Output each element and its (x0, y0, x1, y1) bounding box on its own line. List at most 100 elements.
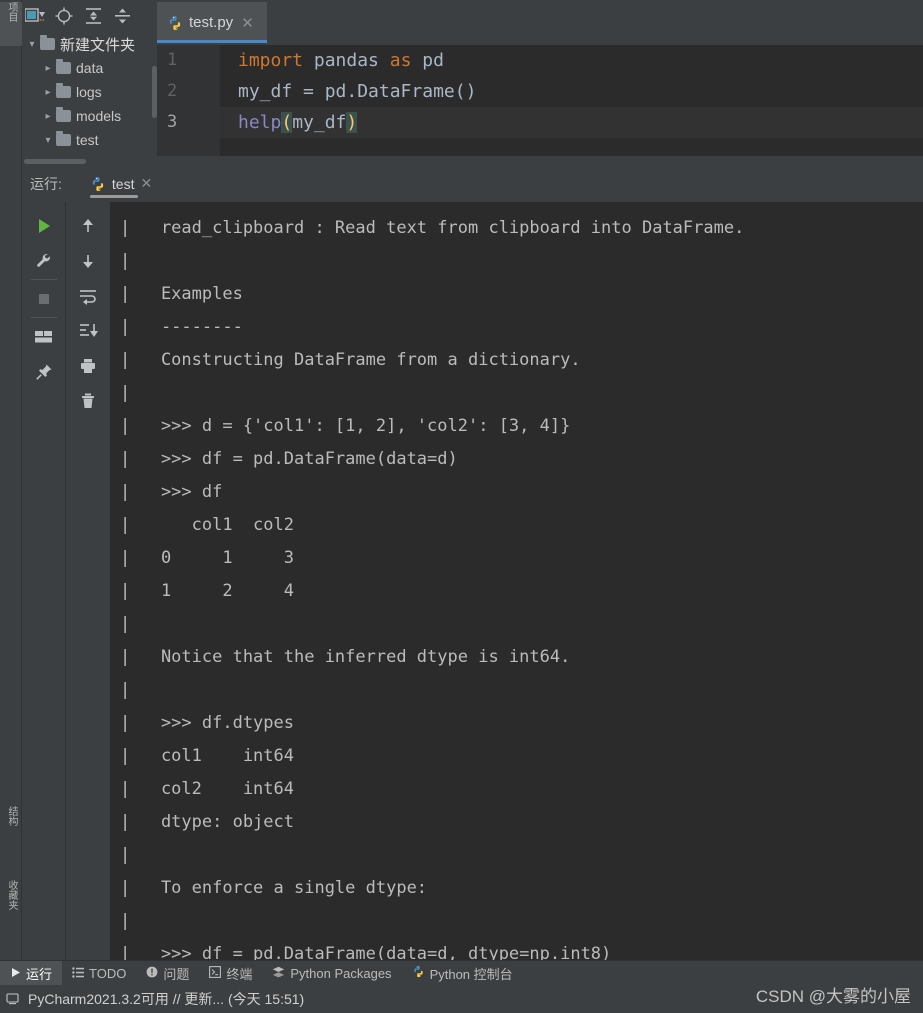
pycharm-window: 项目 结构 收藏夹 ▾ 新建文件夹 ▸ data ▸ logs ▸ models… (0, 0, 923, 1013)
close-icon[interactable]: ✕ (140, 175, 152, 192)
console-line: | Notice that the inferred dtype is int6… (120, 647, 571, 667)
console-line-selected: | >>> df = pd.DataFrame(data=d, dtype=np… (120, 944, 612, 960)
console-line: | 0 1 3 (120, 548, 294, 568)
soft-wrap-icon[interactable] (71, 278, 105, 313)
bottom-tab-terminal[interactable]: 终端 (199, 961, 262, 986)
expand-all-icon[interactable] (83, 6, 103, 26)
tree-item-label: models (76, 108, 122, 124)
console-line: | dtype: object (120, 812, 294, 832)
run-tab-label: test (111, 175, 135, 192)
project-tree[interactable]: ▾ 新建文件夹 ▸ data ▸ logs ▸ models ▾ test (22, 32, 157, 157)
vertical-tab-structure[interactable]: 结构 (0, 806, 22, 850)
status-bar: PyCharm2021.3.2可用 // 更新... (今天 15:51) CS… (0, 985, 923, 1013)
status-message[interactable]: PyCharm2021.3.2可用 // 更新... (今天 15:51) (28, 989, 304, 1009)
console-line: | 1 2 4 (120, 581, 294, 601)
print-icon[interactable] (71, 348, 105, 383)
bottom-tab-label: 终端 (226, 966, 253, 982)
bottom-tab-python-packages[interactable]: Python Packages (262, 961, 401, 986)
bottom-tab-label: 问题 (163, 966, 190, 982)
console-line: | >>> df (120, 482, 223, 502)
bottom-tab-label: TODO (89, 965, 127, 981)
console-line: | Constructing DataFrame from a dictiona… (120, 350, 581, 370)
toolbar-separator (30, 279, 57, 280)
tree-row[interactable]: ▸ data (22, 56, 157, 80)
locate-target-icon[interactable] (54, 6, 74, 26)
console-line: | (120, 680, 151, 700)
line-number: 2 (167, 81, 178, 101)
todo-icon (72, 966, 85, 981)
run-toolbar-left (22, 202, 66, 960)
tree-row[interactable]: ▸ models (22, 104, 157, 128)
vertical-tab-project-label: 项目 (6, 2, 17, 22)
editor-tab-test-py[interactable]: test.py ✕ (157, 2, 267, 43)
chevron-right-icon[interactable]: ▸ (40, 63, 56, 74)
console-line: | >>> df = pd.DataFrame(data=d) (120, 449, 458, 469)
run-console-output[interactable]: | read_clipboard : Read text from clipbo… (110, 202, 923, 960)
console-line: | col1 col2 (120, 515, 294, 535)
close-icon[interactable]: ✕ (241, 14, 254, 32)
folder-icon (56, 83, 71, 98)
code-token: pd (411, 50, 444, 71)
editor-tabbar: test.py ✕ (157, 0, 923, 45)
tree-item-label: test (76, 132, 99, 148)
chevron-right-icon[interactable]: ▸ (40, 111, 56, 122)
tree-row[interactable]: ▾ test (22, 128, 157, 152)
code-line: my_df = pd.DataFrame() (220, 76, 923, 107)
console-line: | (120, 845, 151, 865)
bottom-tab-python-console[interactable]: Python 控制台 (402, 961, 523, 986)
vertical-tab-project[interactable]: 项目 (0, 2, 22, 46)
tree-row[interactable]: ▸ logs (22, 80, 157, 104)
arrow-down-icon[interactable] (71, 243, 105, 278)
collapse-all-icon[interactable] (112, 6, 132, 26)
line-number: 1 (167, 50, 178, 70)
run-small-icon (10, 966, 21, 981)
wrench-icon[interactable] (27, 243, 61, 278)
console-line: | (120, 911, 151, 931)
line-number: 3 (167, 112, 178, 132)
packages-icon (272, 966, 285, 981)
run-icon[interactable] (27, 208, 61, 243)
chevron-right-icon[interactable]: ▸ (40, 87, 56, 98)
editor-code-area[interactable]: import pandas as pd my_df = pd.DataFrame… (220, 45, 923, 160)
stop-icon[interactable] (27, 281, 61, 316)
folder-icon (56, 131, 71, 146)
code-token: my_df (292, 112, 347, 133)
problems-icon (146, 966, 158, 981)
run-tab-test[interactable]: test ✕ (84, 165, 158, 202)
vertical-tab-favorites[interactable]: 收藏夹 (0, 880, 22, 930)
scroll-to-end-icon[interactable] (71, 313, 105, 348)
pin-icon[interactable] (27, 354, 61, 389)
bottom-tab-run[interactable]: 运行 (0, 960, 63, 986)
chevron-down-icon[interactable]: ▾ (40, 135, 56, 146)
python-file-icon (167, 15, 183, 31)
watermark-text: CSDN @大雾的小屋 (755, 987, 911, 1006)
editor-tab-label: test.py (189, 14, 234, 31)
console-line: | >>> df.dtypes (120, 713, 294, 733)
view-mode-icon[interactable] (25, 6, 45, 26)
tree-horizontal-scrollbar[interactable] (22, 158, 157, 165)
vertical-tab-favorites-label: 收藏夹 (6, 880, 17, 910)
console-line: | col1 int64 (120, 746, 294, 766)
code-token-brace: ( (281, 112, 293, 133)
folder-icon (40, 35, 55, 50)
code-editor[interactable]: 1 2 3 import pandas as pd my_df = pd.Dat… (157, 45, 923, 160)
bottom-tab-label: 运行 (26, 966, 53, 982)
python-run-icon (90, 176, 106, 192)
tree-item-label: data (76, 60, 104, 76)
console-line: | col2 int64 (120, 779, 294, 799)
editor-bottom-edge (157, 156, 923, 160)
bottom-tab-problems[interactable]: 问题 (136, 961, 199, 986)
chevron-down-icon[interactable]: ▾ (24, 39, 40, 50)
bottom-tab-todo[interactable]: TODO (62, 961, 136, 986)
notification-icon[interactable] (6, 992, 20, 1006)
console-line: | To enforce a single dtype: (120, 878, 428, 898)
code-token-brace: ) (346, 112, 358, 133)
layout-icon[interactable] (27, 319, 61, 354)
toolbar-separator (30, 317, 57, 318)
tree-row[interactable]: ▾ 新建文件夹 (22, 32, 157, 56)
trash-icon[interactable] (71, 383, 105, 418)
code-token: import (238, 50, 304, 71)
arrow-up-icon[interactable] (71, 208, 105, 243)
tree-item-label: 新建文件夹 (60, 36, 136, 54)
console-line: | (120, 614, 151, 634)
